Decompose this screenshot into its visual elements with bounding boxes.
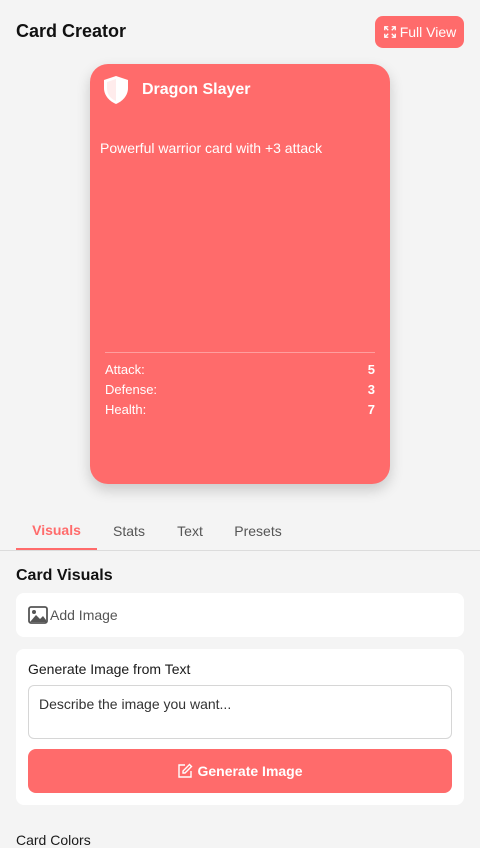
tab-bar: Visuals Stats Text Presets: [0, 512, 480, 551]
section-title: Card Visuals: [16, 567, 113, 584]
card-description: Powerful warrior card with +3 attack: [100, 140, 323, 156]
stat-value: 3: [367, 382, 375, 397]
image-icon: [28, 606, 48, 624]
full-view-label: Full View: [399, 24, 457, 40]
tab-text[interactable]: Text: [168, 512, 212, 550]
stat-value: 7: [367, 402, 375, 417]
generate-image-button[interactable]: Generate Image: [28, 749, 452, 793]
edit-icon: [178, 763, 193, 778]
shield-icon: [104, 76, 128, 104]
generate-image-label: Generate Image: [197, 763, 303, 779]
image-prompt-input[interactable]: [28, 685, 452, 739]
app-title: Card Creator: [16, 21, 127, 41]
app-header: Card Creator Full View: [0, 0, 480, 64]
stat-row-attack: Attack: 5: [105, 362, 375, 380]
stat-row-defense: Defense: 3: [105, 382, 375, 400]
card-preview: Dragon Slayer Powerful warrior card with…: [90, 64, 390, 484]
generate-image-label: Generate Image from Text: [28, 661, 191, 677]
card-divider: [105, 352, 375, 353]
stat-label: Health:: [105, 402, 147, 417]
tab-visuals[interactable]: Visuals: [16, 512, 97, 550]
stat-value: 5: [367, 362, 375, 377]
full-view-button[interactable]: Full View: [375, 16, 464, 48]
expand-icon: [383, 26, 396, 38]
stat-label: Defense:: [105, 382, 158, 397]
add-image-button[interactable]: Add Image: [16, 593, 464, 637]
stat-row-health: Health: 7: [105, 402, 375, 420]
tab-stats[interactable]: Stats: [104, 512, 154, 550]
card-title: Dragon Slayer: [142, 81, 251, 98]
card-colors-title: Card Colors: [16, 832, 91, 848]
add-image-label: Add Image: [50, 607, 118, 623]
generate-image-panel: Generate Image from Text Generate Image: [16, 649, 464, 805]
tab-presets[interactable]: Presets: [226, 512, 290, 550]
stat-label: Attack:: [105, 362, 145, 377]
